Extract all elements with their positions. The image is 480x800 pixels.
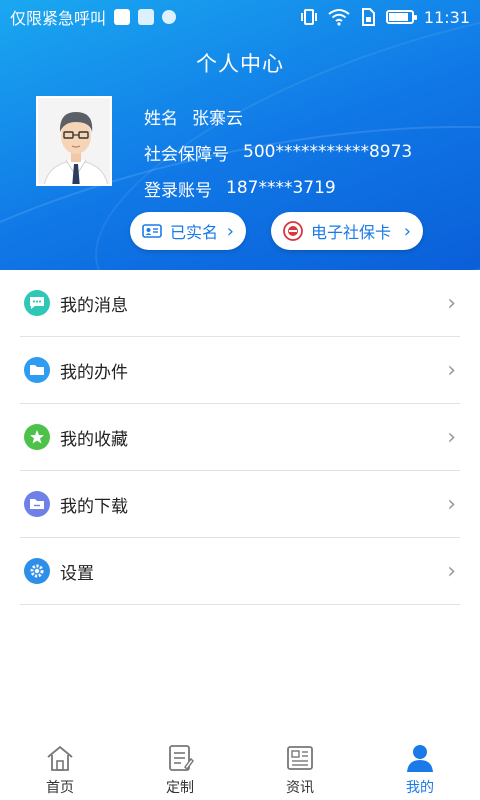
tab-label: 定制: [166, 780, 194, 796]
chevron-right-icon: ›: [403, 220, 411, 242]
account-row: 登录账号 187****3719: [144, 170, 412, 206]
sim-icon: [361, 8, 375, 26]
menu-item-settings[interactable]: 设置 ›: [20, 538, 460, 605]
menu-item-label: 设置: [60, 563, 94, 584]
gear-icon: [24, 558, 50, 584]
social-security-card-button[interactable]: 电子社保卡 ›: [271, 212, 423, 250]
menu-item-messages[interactable]: 我的消息 ›: [20, 270, 460, 337]
carrier-text: 仅限紧急呼叫: [10, 9, 107, 28]
tab-label: 首页: [46, 780, 74, 796]
avatar[interactable]: [36, 96, 112, 186]
news-icon: [284, 742, 316, 774]
bottom-tab-bar: 首页 定制 资讯 我的: [0, 736, 480, 800]
vibrate-icon: [300, 9, 317, 25]
chevron-right-icon: ›: [447, 558, 456, 584]
id-card-icon: [142, 224, 162, 238]
menu-item-label: 我的办件: [60, 362, 128, 383]
menu-item-label: 我的消息: [60, 295, 128, 316]
download-folder-icon: [24, 491, 50, 517]
tab-mine[interactable]: 我的: [360, 736, 480, 800]
notification-app-icon: [114, 9, 131, 25]
status-left: 仅限紧急呼叫: [10, 5, 177, 29]
chevron-right-icon: ›: [447, 290, 456, 316]
wifi-icon: [328, 9, 350, 26]
account-label: 登录账号: [144, 180, 212, 201]
card-label: 电子社保卡: [311, 223, 392, 242]
profile-info: 姓名 张寨云 社会保障号 500***********8973 登录账号 187…: [144, 98, 412, 206]
tab-news[interactable]: 资讯: [240, 736, 360, 800]
avatar-illustration: [38, 98, 110, 184]
home-icon: [44, 742, 76, 774]
page-title: 个人中心: [196, 52, 284, 76]
status-bar: 仅限紧急呼叫 11:31: [0, 0, 480, 34]
menu-item-my-cases[interactable]: 我的办件 ›: [20, 337, 460, 404]
chevron-right-icon: ›: [226, 220, 234, 242]
ssn-row: 社会保障号 500***********8973: [144, 134, 412, 170]
clock: 11:31: [423, 7, 470, 27]
name-label: 姓名: [144, 108, 178, 129]
tab-home[interactable]: 首页: [0, 736, 120, 800]
message-icon: [24, 290, 50, 316]
verified-button[interactable]: 已实名 ›: [130, 212, 246, 250]
ssn-value: 500***********8973: [243, 142, 413, 162]
tab-label: 我的: [406, 780, 434, 796]
chevron-right-icon: ›: [447, 491, 456, 517]
menu-item-downloads[interactable]: 我的下载 ›: [20, 471, 460, 538]
battery-icon: [385, 10, 417, 24]
menu-item-favorites[interactable]: 我的收藏 ›: [20, 404, 460, 471]
menu-item-label: 我的下载: [60, 496, 128, 517]
notification-shield-icon: [162, 10, 177, 24]
name-value: 张寨云: [192, 108, 243, 129]
menu-list: 我的消息 › 我的办件 › 我的收藏 › 我的下载 › 设置 ›: [0, 270, 480, 605]
customize-icon: [164, 742, 196, 774]
folder-icon: [24, 357, 50, 383]
star-icon: [24, 424, 50, 450]
menu-item-label: 我的收藏: [60, 429, 128, 450]
chevron-right-icon: ›: [447, 424, 456, 450]
profile-icon: [404, 742, 436, 774]
tab-label: 资讯: [286, 780, 314, 796]
social-security-emblem-icon: [283, 221, 303, 241]
profile-header: 仅限紧急呼叫 11:31 个人中心 姓名 张寨云 社会保障号 500******…: [0, 0, 480, 270]
verified-label: 已实名: [170, 223, 219, 242]
account-value: 187****3719: [226, 178, 336, 198]
ssn-label: 社会保障号: [144, 144, 229, 165]
chevron-right-icon: ›: [447, 357, 456, 383]
status-right: 11:31: [300, 8, 470, 27]
tab-customize[interactable]: 定制: [120, 736, 240, 800]
notification-image-icon: [138, 9, 155, 25]
name-row: 姓名 张寨云: [144, 98, 412, 134]
